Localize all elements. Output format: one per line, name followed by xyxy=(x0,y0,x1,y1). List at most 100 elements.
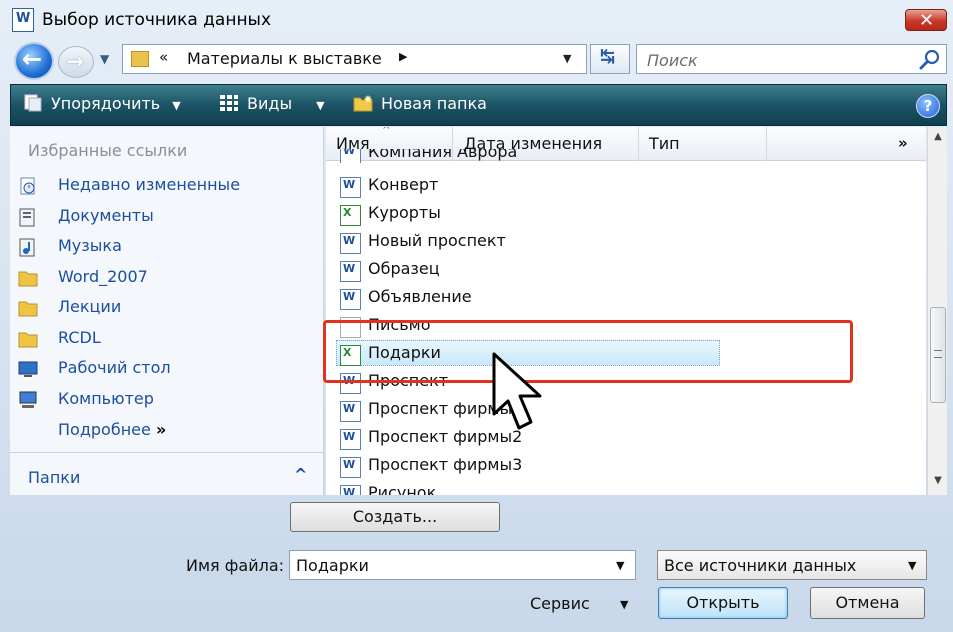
list-item[interactable]: W Рисунок xyxy=(326,480,926,495)
new-folder-label: Новая папка xyxy=(381,94,487,113)
refresh-button[interactable]: ↹ xyxy=(590,44,630,74)
breadcrumb-arrow-icon[interactable]: ▶ xyxy=(399,50,407,63)
word-doc-icon: W xyxy=(340,233,361,254)
search-icon[interactable] xyxy=(919,49,941,71)
list-item[interactable]: W Проспект фирмы2 xyxy=(326,424,926,452)
views-button[interactable]: Виды ▼ xyxy=(219,94,325,118)
sidebar-item-label: Компьютер xyxy=(58,389,154,408)
address-dropdown-icon[interactable]: ▼ xyxy=(563,52,571,65)
excel-doc-icon: X xyxy=(340,205,361,226)
sidebar-item-recent[interactable]: Недавно измененные xyxy=(18,172,308,200)
app-icon-letter: W xyxy=(16,11,31,26)
desktop-icon xyxy=(18,361,38,377)
sidebar-item-word-2007[interactable]: Word_2007 xyxy=(18,264,308,292)
filename-dropdown-icon[interactable]: ▼ xyxy=(616,559,624,572)
search-input[interactable] xyxy=(645,48,909,72)
sidebar-item-desktop[interactable]: Рабочий стол xyxy=(18,355,308,383)
create-button[interactable]: Создать... xyxy=(290,502,500,532)
sidebar-item-label: Лекции xyxy=(58,297,122,316)
chevron-up-icon[interactable]: ^ xyxy=(294,465,307,484)
double-chevron-icon: » xyxy=(155,420,167,439)
address-overflow-chevron[interactable]: « xyxy=(159,48,168,66)
word-doc-icon: W xyxy=(340,485,361,495)
grip-icon xyxy=(934,350,942,358)
list-item[interactable]: W Проспект фирмы3 xyxy=(326,452,926,480)
word-doc-icon: W xyxy=(340,177,361,198)
list-item[interactable]: W Объявление xyxy=(326,284,926,312)
address-bar[interactable]: « Материалы к выставке ▶ ▼ xyxy=(122,44,587,74)
filename-label: Имя файла: xyxy=(186,556,285,575)
views-icon xyxy=(220,95,238,111)
sort-ascending-icon: ^ xyxy=(382,127,391,136)
favorite-links-header: Избранные ссылки xyxy=(28,141,188,160)
sidebar-item-label: Рабочий стол xyxy=(58,358,171,377)
sidebar-item-label: RCDL xyxy=(58,328,101,347)
sidebar-item-computer[interactable]: Компьютер xyxy=(18,386,308,414)
organize-icon xyxy=(24,94,42,112)
file-name: Объявление xyxy=(368,287,472,306)
file-name: Курорты xyxy=(368,203,441,222)
computer-icon xyxy=(19,391,37,408)
open-button[interactable]: Открыть xyxy=(658,587,788,619)
close-button[interactable]: ✕ xyxy=(905,9,947,31)
folder-icon xyxy=(18,301,38,317)
list-item[interactable]: W Проспект фирмы xyxy=(326,396,926,424)
word-doc-icon: W xyxy=(340,401,361,422)
file-type-select[interactable]: Все источники данных ▼ xyxy=(657,550,927,580)
new-folder-icon xyxy=(353,95,373,112)
filename-value[interactable]: Подарки xyxy=(296,556,369,575)
command-toolbar: Упорядочить ▼ Виды ▼ Новая папка ? xyxy=(10,84,947,126)
views-label: Виды xyxy=(247,94,293,113)
filename-combobox[interactable]: Подарки ▼ xyxy=(289,550,636,580)
sidebar-item-music[interactable]: Музыка xyxy=(18,233,308,261)
tools-dropdown-icon[interactable]: ▼ xyxy=(620,598,628,611)
sidebar-item-lectures[interactable]: Лекции xyxy=(18,294,308,322)
folders-toggle[interactable]: Папки xyxy=(28,468,80,487)
word-doc-icon: W xyxy=(340,457,361,478)
sidebar-item-label: Word_2007 xyxy=(58,267,148,286)
refresh-icon: ↹ xyxy=(600,46,616,67)
file-name: Рисунок xyxy=(368,483,437,495)
list-item[interactable]: W Компания Аврора xyxy=(326,149,926,163)
list-item[interactable]: X Курорты xyxy=(326,200,926,228)
highlight-annotation xyxy=(323,320,853,383)
sidebar-item-rcdl[interactable]: RCDL xyxy=(18,325,308,353)
list-item[interactable]: W Образец xyxy=(326,256,926,284)
documents-icon xyxy=(19,208,35,227)
address-breadcrumb[interactable]: Материалы к выставке xyxy=(187,49,382,68)
file-name: Проспект фирмы3 xyxy=(368,455,523,474)
scroll-up-arrow-icon[interactable]: ▲ xyxy=(928,131,948,147)
file-type-dropdown-icon[interactable]: ▼ xyxy=(908,559,916,572)
sidebar-item-label: Музыка xyxy=(58,236,122,255)
organize-dropdown-icon: ▼ xyxy=(172,99,181,112)
organize-label: Упорядочить xyxy=(51,94,161,113)
cancel-button[interactable]: Отмена xyxy=(810,587,925,619)
recent-pages-dropdown[interactable]: ▼ xyxy=(100,52,120,70)
file-name: Образец xyxy=(368,259,440,278)
organize-button[interactable]: Упорядочить ▼ xyxy=(23,94,181,118)
recent-places-icon xyxy=(20,177,35,195)
scroll-down-arrow-icon[interactable]: ▼ xyxy=(928,475,948,491)
list-item[interactable]: W Конверт xyxy=(326,172,926,200)
close-icon: ✕ xyxy=(919,10,935,31)
folder-icon xyxy=(131,51,149,67)
views-dropdown-icon: ▼ xyxy=(316,99,325,112)
vertical-scrollbar[interactable]: ▲ ▼ xyxy=(927,127,947,495)
sidebar-item-documents[interactable]: Документы xyxy=(18,203,308,231)
tools-menu-button[interactable]: Сервис xyxy=(530,594,590,613)
new-folder-button[interactable]: Новая папка xyxy=(353,94,487,118)
list-item[interactable]: W Новый проспект xyxy=(326,228,926,256)
search-box[interactable] xyxy=(636,44,947,74)
help-icon[interactable]: ? xyxy=(916,94,940,118)
more-links[interactable]: Подробнее » xyxy=(58,420,166,439)
scroll-thumb[interactable] xyxy=(930,307,946,403)
mouse-pointer-icon xyxy=(492,352,542,430)
back-button[interactable]: ← xyxy=(14,42,54,80)
back-arrow-icon: ← xyxy=(22,45,43,73)
music-icon xyxy=(19,238,35,257)
divider xyxy=(10,452,323,453)
word-app-icon: W xyxy=(12,8,34,32)
forward-button[interactable]: → xyxy=(58,46,94,78)
navigation-pane: Избранные ссылки Недавно измененные Доку… xyxy=(10,127,324,495)
file-name: Конверт xyxy=(368,175,439,194)
